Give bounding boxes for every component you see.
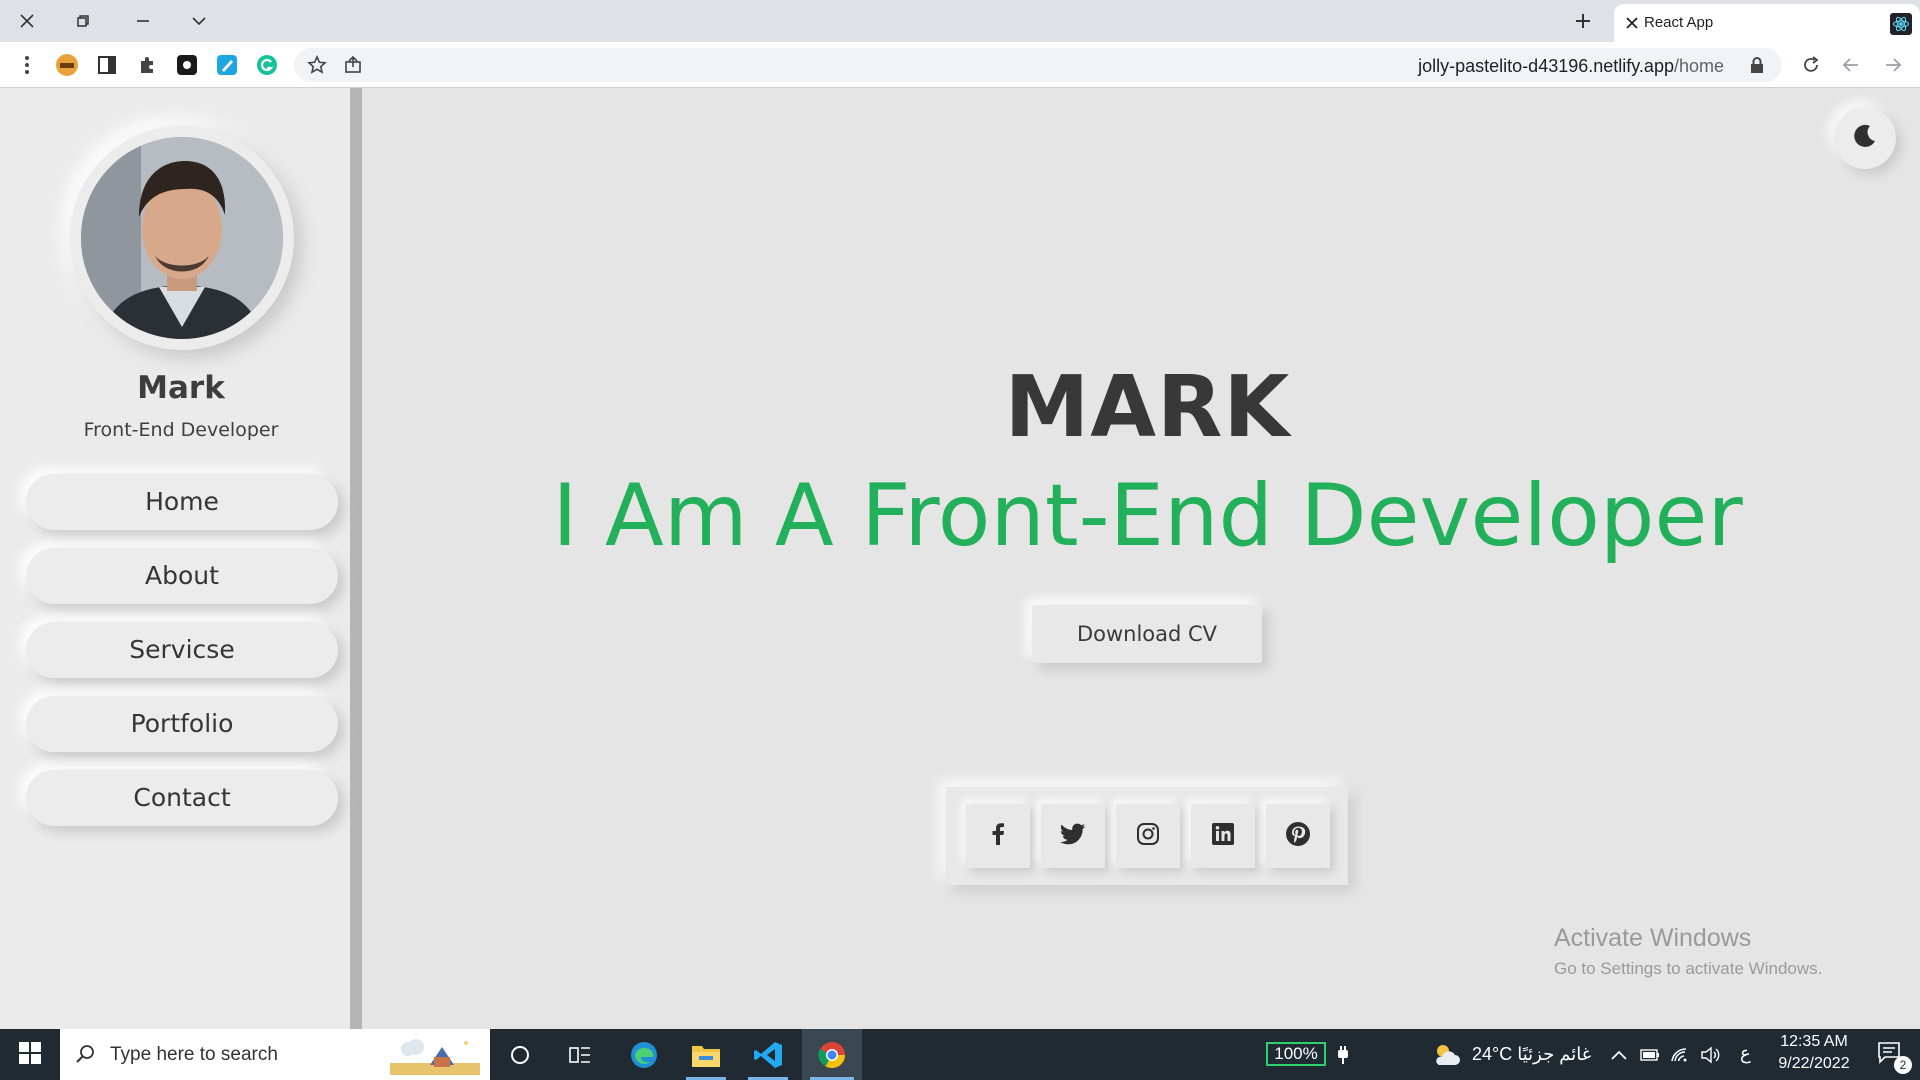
start-button[interactable] (0, 1029, 60, 1080)
notification-center-button[interactable]: 2 (1862, 1029, 1918, 1080)
clock-date[interactable]: 9/22/2022 (1772, 1055, 1856, 1073)
nav-contact-button[interactable]: Contact (26, 770, 338, 826)
charging-plug-icon (1328, 1029, 1358, 1080)
pinterest-icon (1285, 821, 1311, 851)
restore-window-icon[interactable] (68, 7, 98, 35)
search-placeholder: Type here to search (110, 1044, 278, 1065)
dark-mode-toggle-button[interactable] (1834, 107, 1896, 169)
tab-title: React App (1644, 14, 1714, 31)
avatar-frame (70, 126, 294, 350)
facebook-icon (986, 822, 1010, 850)
edge-browser-icon[interactable] (616, 1029, 672, 1080)
minimize-window-icon[interactable] (128, 7, 158, 35)
browser-menu-icon[interactable] (14, 52, 40, 78)
url-path: /home (1673, 56, 1724, 76)
instagram-link[interactable] (1116, 804, 1180, 868)
react-logo-icon (1890, 13, 1912, 35)
twitter-icon (1060, 823, 1086, 849)
tab-search-chevron-icon[interactable] (184, 7, 214, 35)
vscode-icon[interactable] (740, 1029, 796, 1080)
hero-tagline: I Am A Front-End Developer (552, 466, 1743, 566)
search-icon (74, 1043, 96, 1069)
share-icon[interactable] (340, 52, 366, 78)
web-page: Mark Front-End Developer Home About Serv… (0, 88, 1920, 1029)
side-panel-icon[interactable] (94, 52, 120, 78)
back-arrow-icon[interactable] (1838, 52, 1864, 78)
windows-logo-icon (19, 1041, 41, 1068)
instagram-icon (1136, 822, 1160, 850)
windows-taskbar: Type here to search 100% 24°C غائم جزئيً… (0, 1029, 1920, 1080)
linkedin-icon (1211, 822, 1235, 850)
pinterest-link[interactable] (1266, 804, 1330, 868)
grammarly-icon[interactable] (254, 52, 280, 78)
url-domain: jolly-pastelito-d43196.netlify.app (1418, 56, 1674, 76)
nav-about-button[interactable]: About (26, 548, 338, 604)
lock-icon[interactable] (1744, 52, 1770, 78)
profile-name: Mark (137, 370, 225, 406)
nav-home-button[interactable]: Home (26, 474, 338, 530)
file-explorer-icon[interactable] (678, 1029, 734, 1080)
cortana-icon[interactable] (492, 1029, 548, 1080)
bookmark-star-icon[interactable] (304, 52, 330, 78)
facebook-link[interactable] (966, 804, 1030, 868)
browser-tab-strip: React App (0, 0, 1920, 42)
download-cv-button[interactable]: Download CV (1032, 605, 1262, 663)
address-bar[interactable]: jolly-pastelito-d43196.netlify.app/home (294, 48, 1782, 82)
wifi-icon[interactable] (1666, 1029, 1694, 1080)
nav-portfolio-button[interactable]: Portfolio (26, 696, 338, 752)
show-hidden-icons-chevron-icon[interactable] (1602, 1029, 1636, 1080)
linkedin-link[interactable] (1191, 804, 1255, 868)
chrome-icon[interactable] (802, 1029, 862, 1080)
nav-services-button[interactable]: Servicse (26, 622, 338, 678)
hero-name: MARK (1004, 358, 1291, 457)
input-language-indicator[interactable]: ع (1740, 1043, 1751, 1064)
reload-icon[interactable] (1798, 52, 1824, 78)
clock-time[interactable]: 12:35 AM (1780, 1033, 1848, 1051)
twitter-link[interactable] (1041, 804, 1105, 868)
profile-role: Front-End Developer (83, 419, 279, 441)
tab-close-icon[interactable] (1622, 13, 1642, 33)
notification-count-badge: 2 (1894, 1056, 1912, 1074)
watermark-title: Activate Windows (1554, 924, 1752, 952)
pen-extension-icon[interactable] (214, 52, 240, 78)
url-text: jolly-pastelito-d43196.netlify.app/home (1418, 56, 1724, 77)
sidebar: Mark Front-End Developer Home About Serv… (0, 88, 362, 1029)
weather-text[interactable]: 24°C غائم جزئيًا (1472, 1044, 1591, 1065)
battery-indicator[interactable]: 100% (1266, 1042, 1326, 1066)
screen-recorder-extension-icon[interactable] (174, 52, 200, 78)
search-highlight-illustration-icon (390, 1035, 480, 1079)
close-window-icon[interactable] (12, 7, 42, 35)
volume-icon[interactable] (1696, 1029, 1724, 1080)
social-links-bar (946, 787, 1348, 885)
activate-windows-watermark: Activate Windows Go to Settings to activ… (1554, 924, 1822, 979)
watermark-subtitle: Go to Settings to activate Windows. (1554, 959, 1823, 978)
moon-icon (1852, 123, 1878, 153)
avatar (81, 137, 283, 339)
task-view-icon[interactable] (552, 1029, 608, 1080)
extensions-puzzle-icon[interactable] (134, 52, 160, 78)
weather-cloud-icon[interactable] (1426, 1029, 1466, 1080)
battery-tray-icon[interactable] (1636, 1029, 1664, 1080)
taskbar-search-box[interactable]: Type here to search (60, 1029, 490, 1080)
new-tab-plus-icon[interactable] (1568, 7, 1598, 35)
browser-toolbar: jolly-pastelito-d43196.netlify.app/home (0, 42, 1920, 88)
forward-arrow-icon[interactable] (1880, 52, 1906, 78)
browser-tab[interactable]: React App (1614, 4, 1920, 42)
extension-avatar-icon[interactable] (54, 52, 80, 78)
